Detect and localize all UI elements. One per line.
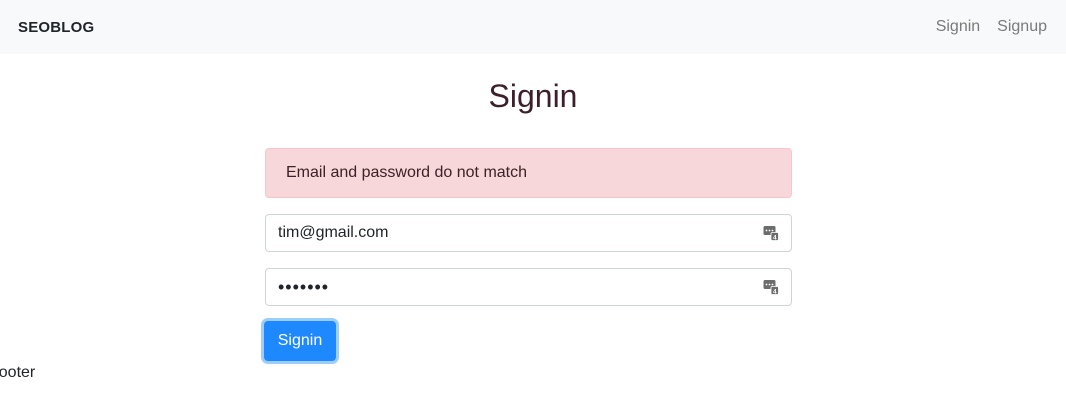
footer: Footer	[0, 364, 120, 384]
email-input[interactable]	[278, 215, 757, 251]
password-field[interactable]: 4	[265, 268, 792, 306]
navbar: SEOBLOG Signin Signup	[0, 0, 1066, 54]
page-title: Signin	[488, 78, 578, 114]
nav-signup-link[interactable]: Signup	[997, 18, 1047, 36]
password-manager-icon[interactable]: 4	[763, 225, 779, 241]
svg-text:4: 4	[773, 288, 777, 295]
email-field[interactable]: 4	[265, 214, 792, 252]
password-manager-icon[interactable]: 4	[763, 279, 779, 295]
nav-links: Signin Signup	[936, 18, 1047, 36]
error-alert-message: Email and password do not match	[286, 164, 528, 181]
nav-signin-link[interactable]: Signin	[936, 18, 980, 36]
signin-button[interactable]: Signin	[264, 321, 336, 361]
error-alert: Email and password do not match	[265, 148, 792, 198]
footer-text: Footer	[0, 364, 36, 381]
brand-link[interactable]: SEOBLOG	[18, 19, 94, 36]
password-input[interactable]	[278, 269, 757, 305]
svg-text:4: 4	[773, 234, 777, 241]
